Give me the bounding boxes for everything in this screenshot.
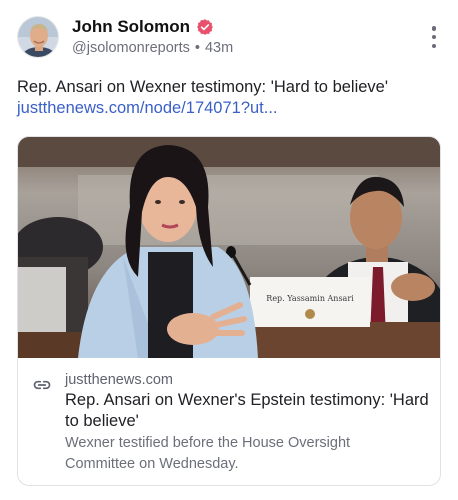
avatar[interactable] (17, 16, 59, 58)
verified-icon (197, 19, 213, 35)
link-card-title[interactable]: Rep. Ansari on Wexner's Epstein testimon… (65, 390, 430, 432)
meta-separator: • (194, 40, 200, 56)
post-text: Rep. Ansari on Wexner testimony: 'Hard t… (17, 78, 389, 96)
link-card-description: Wexner testified before the House Oversi… (65, 435, 351, 472)
link-card-image: Rep. Yassamin Ansari (18, 137, 440, 358)
author-display-name[interactable]: John Solomon (72, 17, 190, 37)
more-vertical-icon[interactable] (428, 26, 440, 48)
author-name-row[interactable]: John Solomon (72, 17, 214, 37)
link-card[interactable]: Rep. Yassamin Ansari justthenews.com Rep… (17, 136, 441, 486)
author-handle[interactable]: @jsolomonreports (72, 40, 190, 56)
post: John Solomon @jsolomonreports • 43m Rep.… (0, 0, 458, 500)
post-link[interactable]: justthenews.com/node/174071?ut... (17, 99, 278, 118)
avatar-photo (18, 17, 58, 57)
nameplate-text: Rep. Yassamin Ansari (266, 294, 354, 303)
link-icon (33, 380, 51, 390)
author-meta: @jsolomonreports • 43m (72, 40, 233, 56)
post-timestamp[interactable]: 43m (205, 40, 233, 56)
link-card-info: justthenews.com Rep. Ansari on Wexner's … (18, 358, 440, 485)
link-card-domain: justthenews.com (65, 372, 173, 388)
